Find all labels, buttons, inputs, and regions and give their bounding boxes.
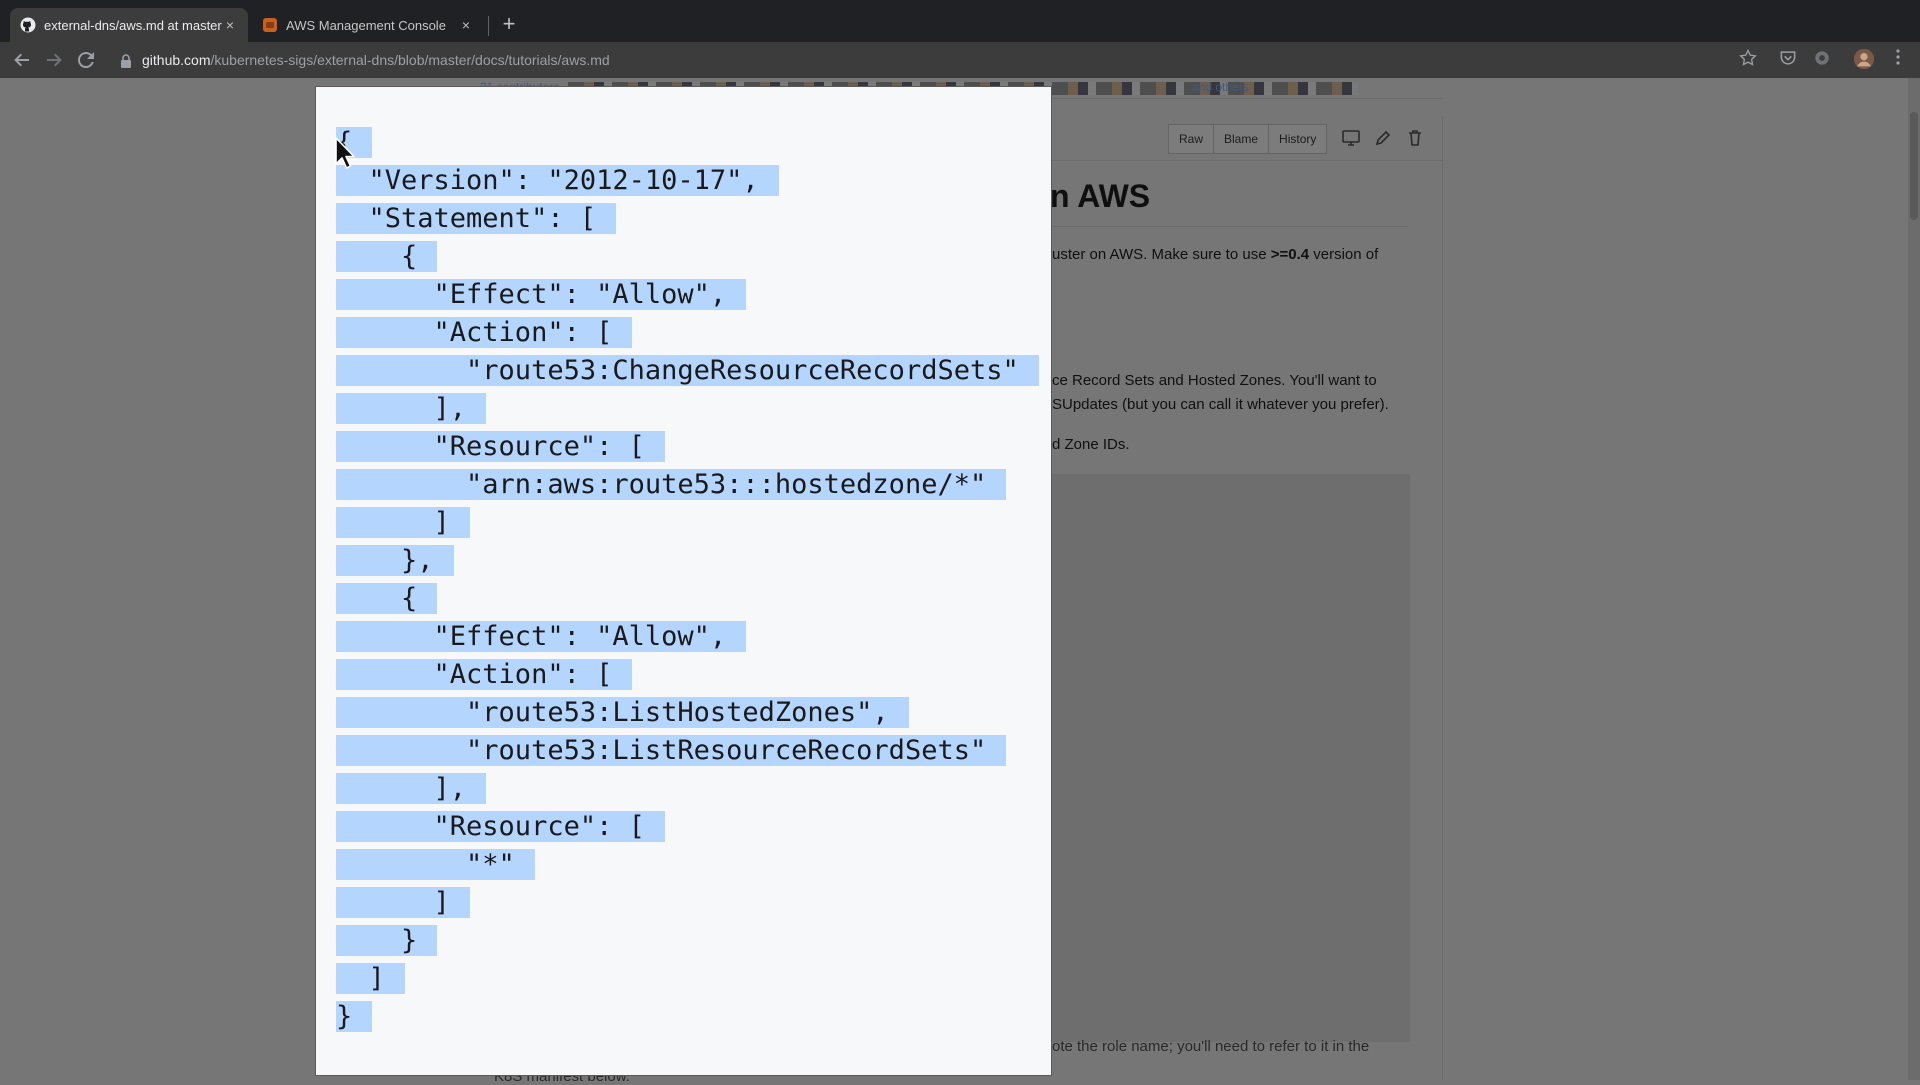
code-line[interactable]: "Statement": [ [336,200,1039,238]
aws-icon [263,18,277,32]
browser-toolbar: github.com/kubernetes-sigs/external-dns/… [0,42,1920,78]
iam-paragraph-line: SUpdates (but you can call it whatever y… [1052,396,1389,413]
selected-code-text[interactable]: ] [336,887,470,918]
divider [1050,226,1408,227]
page-scrollbar-track[interactable] [1908,78,1920,1080]
mouse-cursor-icon [335,137,355,169]
selected-code-text[interactable]: "Effect": "Allow", [336,621,747,652]
iam-paragraph-line: ce Record Sets and Hosted Zones. You'll … [1052,372,1377,389]
pencil-icon[interactable] [1372,127,1394,149]
tab-aws-console[interactable]: AWS Management Console × [252,8,484,42]
tab-separator [488,16,489,36]
selected-code-text[interactable]: "Effect": "Allow", [336,279,747,310]
code-line[interactable]: "Version": "2012-10-17", [336,162,1039,200]
selected-code-text[interactable]: ], [336,773,487,804]
selected-code-text[interactable]: { [336,241,438,272]
code-line[interactable]: } [336,922,1039,960]
tab-title: external-dns/aws.md at master [44,17,222,33]
back-icon[interactable] [10,48,34,72]
zoomed-code-panel: { "Version": "2012-10-17", "Statement": … [315,86,1052,1076]
document-heading: n AWS [1050,178,1151,214]
star-icon[interactable] [1736,48,1760,72]
code-line[interactable]: ] [336,504,1039,542]
code-line[interactable]: ] [336,884,1039,922]
tab-github-aws-md[interactable]: external-dns/aws.md at master × [10,8,248,42]
selected-code-text[interactable]: } [336,925,438,956]
blame-button[interactable]: Blame [1214,124,1270,154]
tab-close-icon[interactable]: × [458,17,474,33]
extension-icon[interactable] [1810,48,1834,72]
github-icon [20,17,36,33]
tab-title: AWS Management Console [286,17,446,33]
pocket-icon[interactable] [1776,48,1800,72]
code-line[interactable]: } [336,998,1039,1036]
intro-text: uster on AWS. Make sure to use [1052,246,1271,263]
code-line[interactable]: "Action": [ [336,656,1039,694]
tab-strip: external-dns/aws.md at master × AWS Mana… [0,0,1920,42]
forward-icon[interactable] [42,48,66,72]
selected-code-text[interactable]: "Resource": [ [336,811,665,842]
selected-code-text[interactable]: ], [336,393,487,424]
menu-kebab-icon[interactable] [1886,48,1910,72]
selected-code-text[interactable]: "Action": [ [336,659,633,690]
url-text[interactable]: github.com/kubernetes-sigs/external-dns/… [142,52,610,68]
new-tab-button[interactable]: + [498,13,520,35]
page-scrollbar-thumb[interactable] [1910,112,1918,220]
url-path: /kubernetes-sigs/external-dns/blob/maste… [210,52,610,68]
desktop-icon[interactable] [1340,127,1362,149]
code-line[interactable]: "arn:aws:route53:::hostedzone/*" [336,466,1039,504]
selected-code-text[interactable]: "route53:ListResourceRecordSets" [336,735,1007,766]
code-line[interactable]: "Resource": [ [336,428,1039,466]
code-line[interactable]: { [336,580,1039,618]
code-line[interactable]: ], [336,770,1039,808]
history-button[interactable]: History [1269,124,1328,154]
code-line[interactable]: ] [336,960,1039,998]
code-line[interactable]: { [336,238,1039,276]
divider [1048,160,1442,161]
selected-code-text[interactable]: "Action": [ [336,317,633,348]
iam-policy-code[interactable]: { "Version": "2012-10-17", "Statement": … [336,124,1039,1036]
selected-code-text[interactable]: { [336,583,438,614]
address-bar[interactable]: github.com/kubernetes-sigs/external-dns/… [108,45,1768,75]
selected-code-text[interactable]: "Resource": [ [336,431,665,462]
file-actions-group: Raw Blame History [1168,124,1328,154]
reload-icon[interactable] [74,48,98,72]
code-line[interactable]: "Effect": "Allow", [336,276,1039,314]
url-host: github.com [142,52,211,68]
selected-code-text[interactable]: }, [336,545,454,576]
selected-code-text[interactable]: "route53:ChangeResourceRecordSets" [336,355,1039,386]
selected-code-text[interactable]: "arn:aws:route53:::hostedzone/*" [336,469,1007,500]
version-bold: >=0.4 [1270,246,1310,263]
code-line[interactable]: "route53:ListResourceRecordSets" [336,732,1039,770]
role-name-text: ote the role name; you'll need to refer … [1052,1038,1370,1055]
selected-code-text[interactable]: ] [336,963,405,994]
code-line[interactable]: "*" [336,846,1039,884]
profile-avatar[interactable] [1852,48,1876,72]
intro-text-end: version of [1309,246,1379,263]
code-line[interactable]: "route53:ChangeResourceRecordSets" [336,352,1039,390]
code-line[interactable]: "Resource": [ [336,808,1039,846]
raw-button[interactable]: Raw [1168,124,1215,154]
code-block-background [1050,474,1410,1042]
code-line[interactable]: { [336,124,1039,162]
trash-icon[interactable] [1404,127,1426,149]
lock-icon [121,54,131,68]
code-line[interactable]: }, [336,542,1039,580]
tab-close-icon[interactable]: × [222,17,238,33]
code-line[interactable]: "Effect": "Allow", [336,618,1039,656]
selected-code-text[interactable]: "*" [336,849,535,880]
selected-code-text[interactable]: } [336,1001,373,1032]
code-line[interactable]: "route53:ListHostedZones", [336,694,1039,732]
selected-code-text[interactable]: "Version": "2012-10-17", [336,165,779,196]
selected-code-text[interactable]: "Statement": [ [336,203,617,234]
zone-id-paragraph: d Zone IDs. [1052,436,1130,453]
code-line[interactable]: ], [336,390,1039,428]
and-others-link[interactable]: and others [1192,80,1249,94]
code-line[interactable]: "Action": [ [336,314,1039,352]
selected-code-text[interactable]: ] [336,507,470,538]
selected-code-text[interactable]: "route53:ListHostedZones", [336,697,909,728]
intro-paragraph: uster on AWS. Make sure to use >=0.4 ver… [1052,246,1378,263]
